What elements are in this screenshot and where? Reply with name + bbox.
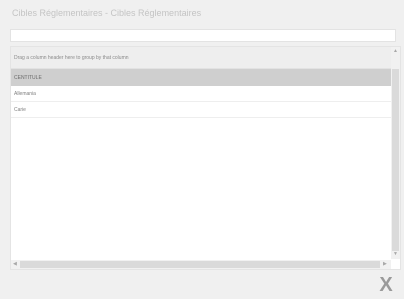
horizontal-scrollbar[interactable]: ◀ ▶ bbox=[11, 260, 391, 269]
column-header-centitule[interactable]: CENTITULE bbox=[11, 69, 391, 86]
vertical-scrollbar[interactable]: ▲ ▼ bbox=[391, 47, 400, 259]
scroll-right-arrow-icon[interactable]: ▶ bbox=[383, 262, 387, 267]
close-icon[interactable]: X bbox=[375, 274, 397, 296]
search-input[interactable] bbox=[10, 29, 396, 42]
scroll-down-arrow-icon[interactable]: ▼ bbox=[393, 252, 398, 257]
table-row[interactable]: Allemania bbox=[11, 86, 391, 102]
row-cell: Carie bbox=[14, 107, 26, 113]
title-bar: Cibles Réglementaires - Cibles Réglement… bbox=[0, 0, 404, 26]
data-grid: Drag a column header here to group by th… bbox=[10, 46, 401, 270]
window-title: Cibles Réglementaires - Cibles Réglement… bbox=[12, 8, 202, 18]
grid-rows: Allemania Carie bbox=[11, 86, 391, 118]
vertical-scroll-thumb[interactable] bbox=[392, 69, 399, 251]
column-header-label: CENTITULE bbox=[14, 75, 42, 81]
group-by-hint: Drag a column header here to group by th… bbox=[14, 55, 129, 61]
group-by-panel[interactable]: Drag a column header here to group by th… bbox=[11, 47, 391, 69]
horizontal-scroll-thumb[interactable] bbox=[20, 261, 380, 268]
scroll-left-arrow-icon[interactable]: ◀ bbox=[13, 262, 17, 267]
table-row[interactable]: Carie bbox=[11, 102, 391, 118]
row-cell: Allemania bbox=[14, 91, 36, 97]
scroll-up-arrow-icon[interactable]: ▲ bbox=[393, 49, 398, 54]
